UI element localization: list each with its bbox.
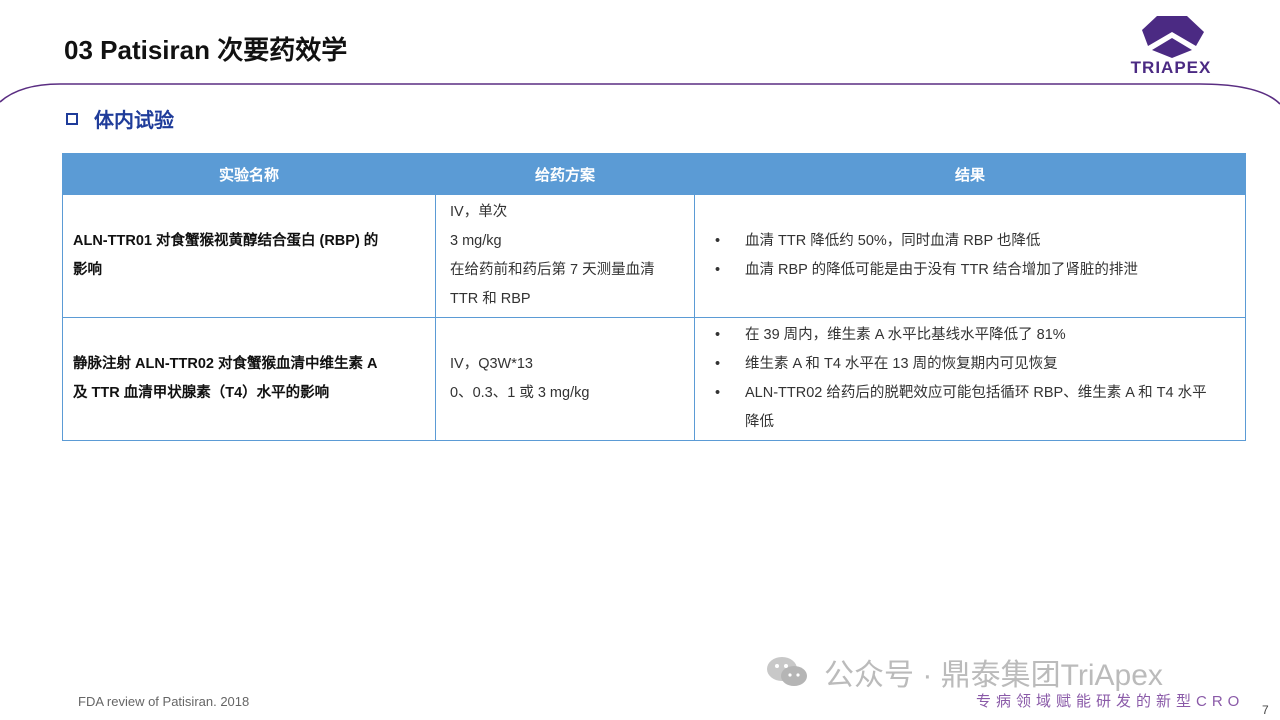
dosing-cell: IV，单次 3 mg/kg 在给药前和药后第 7 天测量血清 TTR 和 RBP xyxy=(435,194,695,318)
result-item: • 在 39 周内，维生素 A 水平比基线水平降低了 81% xyxy=(715,321,1231,350)
bullet-icon: • xyxy=(715,356,721,372)
results-cell: • 血清 TTR 降低约 50%，同时血清 RBP 也降低 • 血清 RBP 的降低… xyxy=(694,194,1246,318)
text-line: 影响 xyxy=(73,262,102,278)
bullet-icon: • xyxy=(715,262,721,278)
checkbox-square-icon xyxy=(66,112,78,125)
column-header-dosing: 给药方案 xyxy=(435,153,695,195)
result-text: 血清 TTR 降低约 50%，同时血清 RBP 也降低 xyxy=(745,233,1041,249)
wechat-icon xyxy=(767,657,807,686)
result-item: • 血清 TTR 降低约 50%，同时血清 RBP 也降低 xyxy=(715,227,1231,256)
result-text: 在 39 周内，维生素 A 水平比基线水平降低了 81% xyxy=(745,327,1066,343)
text-line: IV，Q3W*13 xyxy=(450,356,533,372)
text-line: 在给药前和药后第 7 天测量血清 xyxy=(450,262,655,278)
text-line: ALN-TTR01 对食蟹猴视黄醇结合蛋白 (RBP) 的 xyxy=(73,233,379,249)
result-text: 降低 xyxy=(745,414,774,430)
table-row: ALN-TTR01 对食蟹猴视黄醇结合蛋白 (RBP) 的 影响 IV，单次 3… xyxy=(62,194,1246,318)
text-line: IV，单次 xyxy=(450,204,508,220)
text-line: 3 mg/kg xyxy=(450,233,502,249)
watermark-text: 公众号 · 鼎泰集团TriApex xyxy=(824,659,1163,692)
reference-citation: FDA review of Patisiran. 2018 xyxy=(78,694,250,709)
bullet-icon: • xyxy=(715,233,721,249)
logo-text: TRIAPEX xyxy=(1130,58,1212,77)
page-title: 03 Patisiran 次要药效学 xyxy=(64,35,348,65)
wechat-watermark: 公众号 · 鼎泰集团TriApex xyxy=(764,650,1163,694)
bullet-icon: • xyxy=(715,385,721,401)
experiment-name-cell: ALN-TTR01 对食蟹猴视黄醇结合蛋白 (RBP) 的 影响 xyxy=(62,194,436,318)
result-text: 血清 RBP 的降低可能是由于没有 TTR 结合增加了肾脏的排泄 xyxy=(745,262,1138,278)
result-item: • 维生素 A 和 T4 水平在 13 周的恢复期内可见恢复 xyxy=(715,350,1231,379)
result-item: • 血清 RBP 的降低可能是由于没有 TTR 结合增加了肾脏的排泄 xyxy=(715,256,1231,285)
dosing-cell: IV，Q3W*13 0、0.3、1 或 3 mg/kg xyxy=(435,317,695,441)
text-line: 及 TTR 血清甲状腺素（T4）水平的影响 xyxy=(73,385,330,401)
section-heading: 体内试验 xyxy=(66,104,174,133)
tagline: 专病领域赋能研发的新型CRO xyxy=(976,693,1245,710)
results-cell: • 在 39 周内，维生素 A 水平比基线水平降低了 81% • 维生素 A 和 T… xyxy=(694,317,1246,441)
result-text: ALN-TTR02 给药后的脱靶效应可能包括循环 RBP、维生素 A 和 T4 … xyxy=(745,385,1207,401)
result-text: 维生素 A 和 T4 水平在 13 周的恢复期内可见恢复 xyxy=(745,356,1058,372)
result-item-continuation: 降低 xyxy=(715,408,1231,437)
section-heading-label: 体内试验 xyxy=(94,110,174,132)
text-line: 0、0.3、1 或 3 mg/kg xyxy=(450,385,590,401)
text-line: 静脉注射 ALN-TTR02 对食蟹猴血清中维生素 A xyxy=(73,356,378,372)
experiment-name-cell: 静脉注射 ALN-TTR02 对食蟹猴血清中维生素 A 及 TTR 血清甲状腺素… xyxy=(62,317,436,441)
bullet-icon: • xyxy=(715,327,721,343)
header-divider-curve xyxy=(0,83,1280,105)
column-header-results: 结果 xyxy=(694,153,1246,195)
column-header-name: 实验名称 xyxy=(62,153,436,195)
experiment-table: 实验名称 给药方案 结果 ALN-TTR01 对食蟹猴视黄醇结合蛋白 (RBP)… xyxy=(62,153,1246,441)
table-header-row: 实验名称 给药方案 结果 xyxy=(62,153,1246,195)
text-line: TTR 和 RBP xyxy=(450,291,531,307)
table-row: 静脉注射 ALN-TTR02 对食蟹猴血清中维生素 A 及 TTR 血清甲状腺素… xyxy=(62,317,1246,441)
page-number: 7 xyxy=(1262,703,1269,717)
result-item: • ALN-TTR02 给药后的脱靶效应可能包括循环 RBP、维生素 A 和 T4… xyxy=(715,379,1231,408)
